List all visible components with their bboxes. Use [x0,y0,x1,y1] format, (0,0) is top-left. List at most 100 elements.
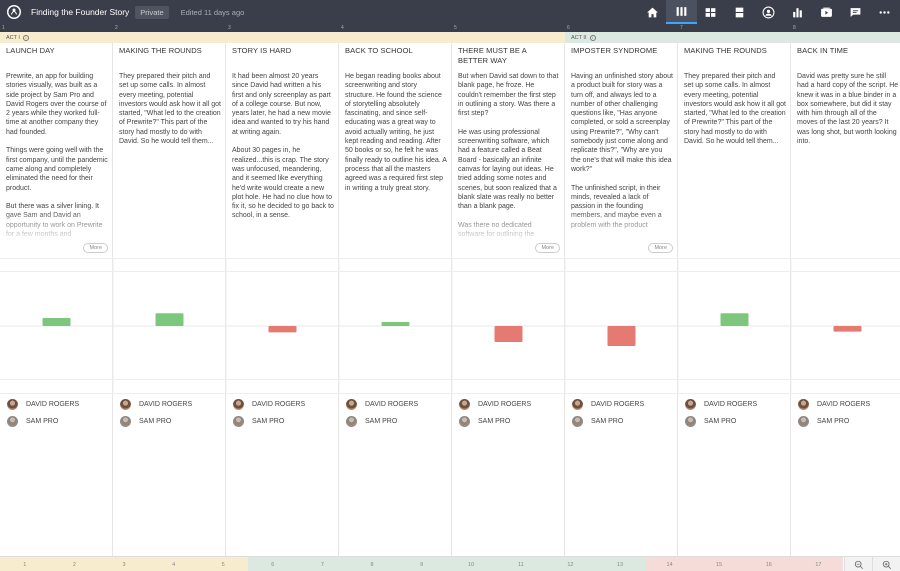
column-number: 3 [228,25,231,31]
column-number: 8 [793,25,796,31]
david-avatar [459,399,470,410]
column-title[interactable]: MAKING THE ROUNDS [684,46,784,56]
sam-avatar [120,416,131,427]
home-icon[interactable] [637,0,668,24]
character-name: DAVID ROGERS [365,401,419,408]
character-name: SAM PRO [817,418,850,425]
scene-number[interactable]: 13 [595,557,645,571]
more-button[interactable]: More [83,243,108,253]
character-tag[interactable]: SAM PRO [459,416,510,427]
chart-bar[interactable] [268,326,297,333]
david-avatar [346,399,357,410]
character-tag[interactable]: DAVID ROGERS [7,399,79,410]
column-title[interactable]: MAKING THE ROUNDS [119,46,219,56]
scene-number[interactable]: 5 [198,557,248,571]
column-number-strip: 1 2 3 4 5 6 7 8 [0,24,900,32]
scene-number[interactable]: 10 [446,557,496,571]
character-tag[interactable]: SAM PRO [572,416,623,427]
scene-number[interactable]: 16 [744,557,794,571]
character-tag[interactable]: SAM PRO [120,416,171,427]
character-tag[interactable]: DAVID ROGERS [798,399,870,410]
chart-bar[interactable] [833,326,862,332]
column-body[interactable]: He began reading books about screenwriti… [345,72,447,244]
character-tag[interactable]: DAVID ROGERS [120,399,192,410]
column-title[interactable]: BACK TO SCHOOL [345,46,445,56]
chart-bar[interactable] [42,318,71,326]
sam-avatar [459,416,470,427]
character-tag[interactable]: DAVID ROGERS [572,399,644,410]
columns-icon[interactable] [666,0,697,24]
column-body[interactable]: Having an unfinished story about a produ… [571,72,673,244]
column-body[interactable]: David was pretty sure he still had a har… [797,72,899,244]
scene-number[interactable]: 15 [694,557,744,571]
character-tag[interactable]: DAVID ROGERS [459,399,531,410]
column-title[interactable]: BACK IN TIME [797,46,897,56]
character-name: SAM PRO [26,418,59,425]
character-tag[interactable]: SAM PRO [7,416,58,427]
character-tag[interactable]: DAVID ROGERS [685,399,757,410]
david-avatar [572,399,583,410]
chart-bar[interactable] [607,326,636,346]
person-icon[interactable] [753,0,784,24]
scene-number[interactable]: 8 [347,557,397,571]
character-tag[interactable]: SAM PRO [233,416,284,427]
scene-number[interactable]: 4 [148,557,199,571]
info-icon[interactable]: i [589,34,596,41]
act-bar-2[interactable]: ACT II i [565,32,900,43]
character-name: DAVID ROGERS [704,401,758,408]
act-label: ACT II [571,34,587,41]
scene-number[interactable]: 2 [49,557,100,571]
column-body[interactable]: But when David sat down to that blank pa… [458,72,560,244]
document-title[interactable]: Finding the Founder Story [31,7,129,17]
privacy-badge[interactable]: Private [135,5,169,19]
column-number: 7 [680,25,683,31]
character-tag[interactable]: SAM PRO [346,416,397,427]
scene-number[interactable]: 14 [644,557,695,571]
comment-icon[interactable] [840,0,871,24]
character-name: SAM PRO [252,418,285,425]
more-button[interactable]: More [648,243,673,253]
character-name: SAM PRO [139,418,172,425]
chart-bar[interactable] [155,313,184,326]
column-body[interactable]: Prewrite, an app for building stories vi… [6,72,108,244]
scene-number[interactable]: 12 [545,557,596,571]
column-title[interactable]: LAUNCH DAY [6,46,106,56]
character-tag[interactable]: DAVID ROGERS [346,399,418,410]
top-bar: Finding the Founder Story Private Edited… [0,0,900,24]
column-number: 1 [2,25,5,31]
chart-bar[interactable] [494,326,523,342]
info-icon[interactable]: i [22,34,29,41]
more-button[interactable]: More [535,243,560,253]
column-title[interactable]: STORY IS HARD [232,46,332,56]
character-name: DAVID ROGERS [252,401,306,408]
character-name: DAVID ROGERS [478,401,532,408]
panel-icon[interactable] [724,0,755,24]
david-avatar [233,399,244,410]
scene-number[interactable]: 6 [248,557,298,571]
scene-number[interactable]: 17 [793,557,844,571]
media-icon[interactable] [811,0,842,24]
grid-icon[interactable] [695,0,726,24]
column-title[interactable]: THERE MUST BE A BETTER WAY [458,46,558,66]
zoom-out-icon[interactable] [844,557,872,571]
bar-chart-icon[interactable] [782,0,813,24]
column-body[interactable]: They prepared their pitch and set up som… [684,72,786,244]
more-icon[interactable] [869,0,900,24]
column-body[interactable]: It had been almost 20 years since David … [232,72,334,244]
column-body[interactable]: They prepared their pitch and set up som… [119,72,221,244]
scene-number[interactable]: 11 [496,557,546,571]
app-logo-icon[interactable] [7,5,21,19]
character-tag[interactable]: SAM PRO [798,416,849,427]
character-tag[interactable]: DAVID ROGERS [233,399,305,410]
scene-number[interactable]: 7 [297,557,348,571]
chart-bar[interactable] [381,322,410,326]
column-title[interactable]: IMPOSTER SYNDROME [571,46,671,56]
scene-number[interactable]: 1 [0,557,50,571]
scene-number[interactable]: 3 [99,557,149,571]
zoom-in-icon[interactable] [872,557,900,571]
chart-bar[interactable] [720,313,749,326]
character-tag[interactable]: SAM PRO [685,416,736,427]
act-bar-1[interactable]: ACT I i [0,32,565,43]
scene-number[interactable]: 9 [396,557,447,571]
sam-avatar [685,416,696,427]
